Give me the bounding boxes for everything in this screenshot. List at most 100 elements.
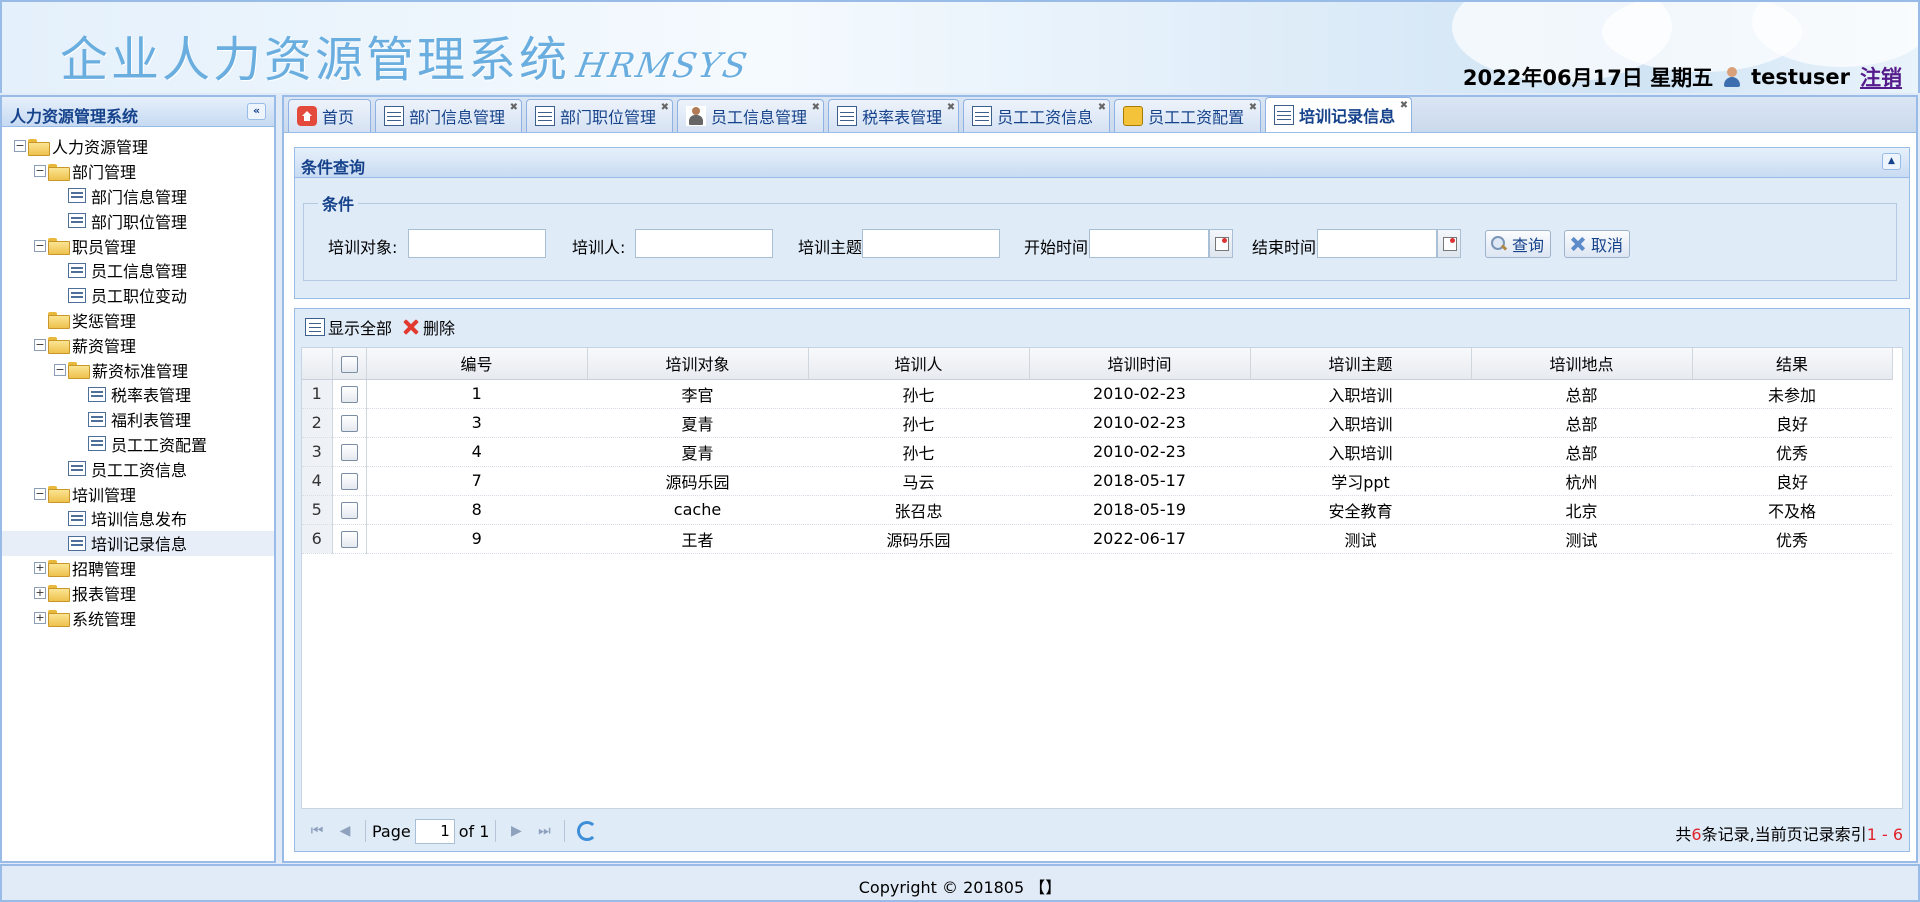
- table-cell: 未参加: [1692, 379, 1892, 409]
- tree-node[interactable]: 福利表管理: [2, 407, 274, 432]
- expand-icon[interactable]: +: [34, 611, 46, 624]
- tree-node[interactable]: − 部门管理: [2, 159, 274, 184]
- tab-close-icon[interactable]: ✖: [1400, 100, 1408, 111]
- tree-node[interactable]: + 系统管理: [2, 605, 274, 630]
- page-number-input[interactable]: [414, 818, 455, 844]
- tree-node[interactable]: 部门信息管理: [2, 184, 274, 209]
- user-icon: [1723, 67, 1741, 87]
- table-row[interactable]: 3 4 夏青 孙七 2010-02-23 入职培训 总部 优秀: [302, 437, 1892, 467]
- tree-node[interactable]: − 培训管理: [2, 481, 274, 506]
- tree-node[interactable]: + 报表管理: [2, 580, 274, 605]
- tab[interactable]: 税率表管理 ✖: [828, 99, 960, 132]
- cancel-button[interactable]: 取消: [1564, 230, 1631, 258]
- start-time-input[interactable]: [1089, 229, 1209, 258]
- expand-icon[interactable]: +: [34, 561, 46, 574]
- table-row[interactable]: 6 9 王者 源码乐园 2022-06-17 测试 测试 优秀: [302, 524, 1892, 554]
- grid-table-container: 编号 培训对象 培训人 培训时间 培训主题 培训地点 结果 1 1 李官 孙七 2010-02-23…: [301, 347, 1903, 809]
- column-header[interactable]: 结果: [1692, 348, 1893, 380]
- tree-node[interactable]: − 薪资管理: [2, 332, 274, 357]
- next-page-icon[interactable]: ▶: [508, 823, 524, 839]
- tree-node[interactable]: − 人力资源管理: [2, 134, 274, 159]
- column-header[interactable]: 培训主题: [1250, 348, 1472, 380]
- tree-node[interactable]: − 职员管理: [2, 233, 274, 258]
- show-all-button[interactable]: 显示全部: [305, 315, 392, 339]
- row-checkbox[interactable]: [340, 473, 358, 490]
- select-all-checkbox[interactable]: [340, 355, 358, 373]
- refresh-icon[interactable]: [577, 821, 598, 841]
- table-row[interactable]: 4 7 源码乐园 马云 2018-05-17 学习ppt 杭州 良好: [302, 466, 1892, 496]
- end-time-input[interactable]: [1317, 229, 1437, 258]
- tab[interactable]: 首页: [288, 99, 372, 132]
- collapse-icon[interactable]: −: [14, 140, 26, 153]
- first-page-icon[interactable]: ⏮: [309, 823, 325, 839]
- tab[interactable]: 部门信息管理 ✖: [375, 99, 523, 132]
- table-row[interactable]: 2 3 夏青 孙七 2010-02-23 入职培训 总部 良好: [302, 408, 1892, 438]
- tree-node[interactable]: 员工工资配置: [2, 432, 274, 457]
- column-header[interactable]: 培训时间: [1029, 348, 1251, 380]
- collapse-up-icon[interactable]: ▲: [1882, 153, 1901, 170]
- tree-node[interactable]: 培训记录信息: [2, 530, 274, 556]
- collapse-icon[interactable]: −: [34, 239, 46, 252]
- column-header[interactable]: 培训人: [808, 348, 1030, 380]
- record-total: 6: [1691, 825, 1702, 844]
- tab-close-icon[interactable]: ✖: [1249, 102, 1257, 113]
- collapse-icon[interactable]: −: [34, 338, 46, 351]
- table-cell: 总部: [1471, 408, 1692, 438]
- row-checkbox[interactable]: [340, 386, 358, 403]
- tree-node[interactable]: + 招聘管理: [2, 556, 274, 581]
- expand-icon[interactable]: +: [34, 586, 46, 599]
- start-calendar-icon[interactable]: [1209, 229, 1233, 258]
- end-calendar-icon[interactable]: [1437, 229, 1461, 258]
- page-icon: [88, 436, 106, 452]
- collapse-icon[interactable]: −: [34, 165, 46, 178]
- topic-input[interactable]: [862, 229, 1000, 258]
- tab[interactable]: 员工工资配置 ✖: [1114, 99, 1262, 132]
- tree-node[interactable]: 员工工资信息: [2, 456, 274, 481]
- table-row[interactable]: 1 1 李官 孙七 2010-02-23 入职培训 总部 未参加: [302, 379, 1892, 409]
- tab[interactable]: 培训记录信息 ✖: [1265, 97, 1413, 132]
- tab-close-icon[interactable]: ✖: [947, 102, 955, 113]
- tab[interactable]: 员工工资信息 ✖: [963, 99, 1111, 132]
- tree-node-label: 报表管理: [72, 584, 137, 604]
- tree-node[interactable]: − 薪资标准管理: [2, 357, 274, 382]
- prev-page-icon[interactable]: ◀: [337, 823, 353, 839]
- last-page-icon[interactable]: ⏭: [536, 823, 552, 839]
- table-cell: 测试: [1250, 524, 1471, 554]
- trainer-input[interactable]: [635, 229, 773, 258]
- tab-close-icon[interactable]: ✖: [1098, 102, 1106, 113]
- collapse-icon[interactable]: −: [34, 487, 46, 500]
- tree-node[interactable]: 员工信息管理: [2, 258, 274, 283]
- tab[interactable]: 员工信息管理 ✖: [677, 99, 825, 132]
- folder-icon: [48, 610, 70, 628]
- trainee-input[interactable]: [408, 229, 546, 258]
- delete-button[interactable]: 删除: [402, 315, 455, 339]
- column-header[interactable]: 培训对象: [587, 348, 809, 380]
- search-button[interactable]: 查询: [1485, 230, 1552, 258]
- tab-close-icon[interactable]: ✖: [510, 102, 518, 113]
- tree-node[interactable]: 培训信息发布: [2, 506, 274, 531]
- tree-node-label: 薪资标准管理: [92, 361, 189, 381]
- row-checkbox[interactable]: [340, 502, 358, 519]
- table-cell: 4: [366, 437, 587, 467]
- training-records-table: 编号 培训对象 培训人 培训时间 培训主题 培训地点 结果 1 1 李官 孙七 2010-02-23…: [302, 348, 1893, 554]
- table-row[interactable]: 5 8 cache 张召忠 2018-05-19 安全教育 北京 不及格: [302, 495, 1892, 525]
- row-checkbox[interactable]: [340, 444, 358, 461]
- tab-close-icon[interactable]: ✖: [812, 102, 820, 113]
- monitor-icon: [384, 106, 405, 126]
- tab-close-icon[interactable]: ✖: [661, 102, 669, 113]
- tree-node[interactable]: 奖惩管理: [2, 308, 274, 333]
- row-checkbox[interactable]: [340, 415, 358, 432]
- tree-node[interactable]: 部门职位管理: [2, 208, 274, 233]
- page-icon: [68, 535, 86, 551]
- row-checkbox[interactable]: [340, 531, 358, 548]
- folder-icon: [48, 312, 70, 330]
- cancel-button-label: 取消: [1591, 236, 1624, 255]
- column-header[interactable]: 培训地点: [1471, 348, 1693, 380]
- collapse-icon[interactable]: −: [54, 363, 66, 376]
- collapse-sidebar-icon[interactable]: «: [247, 103, 266, 120]
- column-header[interactable]: 编号: [366, 348, 588, 380]
- tab[interactable]: 部门职位管理 ✖: [526, 99, 674, 132]
- tree-node[interactable]: 税率表管理: [2, 382, 274, 407]
- tree-node[interactable]: 员工职位变动: [2, 283, 274, 308]
- logout-link[interactable]: 注销: [1860, 62, 1902, 92]
